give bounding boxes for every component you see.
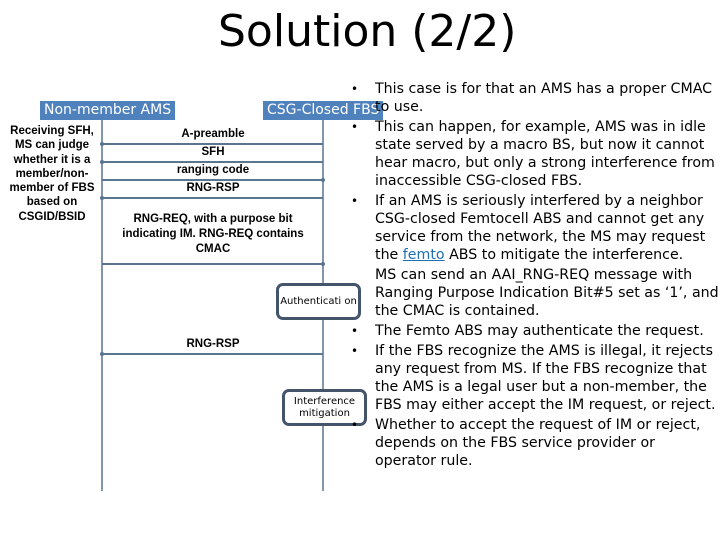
bullet-text: Whether to accept the request of IM or r…	[375, 417, 701, 469]
message-label-ranging-code: ranging code	[176, 164, 250, 176]
bullet-text: If an AMS is seriously interfered by a n…	[375, 193, 705, 263]
message-label-rng-req: RNG-REQ, with a purpose bit indicating I…	[122, 213, 304, 255]
bullet-icon: •	[351, 120, 359, 134]
bullet-icon: •	[351, 194, 359, 208]
bullet-item: • The Femto ABS may authenticate the req…	[345, 322, 720, 340]
side-note: Receiving SFH, MS can judge whether it i…	[9, 125, 95, 223]
bullet-text-part: ABS to mitigate the interference.	[444, 247, 684, 263]
bullet-icon: •	[351, 82, 359, 96]
arrowhead-icon	[321, 262, 325, 266]
bullet-text: This case is for that an AMS has a prope…	[375, 81, 713, 115]
bullet-icon: •	[351, 324, 359, 338]
message-label-rng-rsp: RNG-RSP	[186, 182, 240, 194]
bullet-text: The Femto ABS may authenticate the reque…	[375, 323, 704, 339]
bullet-item: • Whether to accept the request of IM or…	[345, 416, 720, 470]
bullet-text: MS can send an AAI_RNG-REQ message with …	[375, 267, 719, 319]
message-label-sfh: SFH	[201, 146, 225, 158]
message-label-rng-rsp-2: RNG-RSP	[186, 338, 240, 350]
bullet-text: If the FBS recognize the AMS is illegal,…	[375, 343, 716, 413]
bullet-item: • If an AMS is seriously interfered by a…	[345, 192, 720, 264]
actor-non-member-ams: Non-member AMS	[40, 101, 176, 120]
bullet-item: • If the FBS recognize the AMS is illega…	[345, 342, 720, 414]
bullet-item: • This can happen, for example, AMS was …	[345, 118, 720, 190]
bullet-item: • This case is for that an AMS has a pro…	[345, 80, 720, 116]
arrowhead-icon	[100, 352, 104, 356]
message-label-a-preamble: A-preamble	[181, 128, 245, 140]
bullet-list: • This case is for that an AMS has a pro…	[345, 80, 720, 472]
femto-link[interactable]: femto	[403, 247, 445, 263]
bullet-text: This can happen, for example, AMS was in…	[375, 119, 715, 189]
bullet-icon: •	[351, 418, 359, 432]
bullet-icon: •	[351, 344, 359, 358]
bullet-item: • MS can send an AAI_RNG-REQ message wit…	[345, 266, 720, 320]
